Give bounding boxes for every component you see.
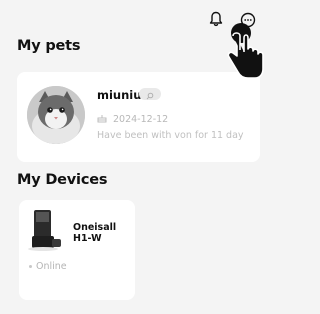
device-image xyxy=(25,206,65,252)
pet-search-badge[interactable] xyxy=(139,88,161,100)
my-pets-title: My pets xyxy=(17,38,81,54)
device-name: Oneisall H1-W xyxy=(73,222,117,244)
status-dot-icon xyxy=(29,265,32,268)
pet-birthday-date: 2024-12-12 xyxy=(113,114,169,125)
my-devices-title: My Devices xyxy=(17,172,108,188)
cake-icon xyxy=(97,113,107,126)
pet-name: miuniu xyxy=(97,88,142,102)
pet-avatar xyxy=(27,86,85,144)
device-card[interactable]: Oneisall H1-W Online xyxy=(19,200,135,300)
pet-since-text: Have been with von for 11 day xyxy=(97,130,244,141)
pet-card[interactable]: miuniu 2024-12-12 Have been with von for… xyxy=(17,72,260,162)
search-icon xyxy=(146,85,154,104)
device-status-label: Online xyxy=(36,261,67,272)
device-status: Online xyxy=(29,261,67,272)
hand-pointer-icon xyxy=(222,22,268,82)
pet-birthday-row: 2024-12-12 xyxy=(97,113,168,126)
